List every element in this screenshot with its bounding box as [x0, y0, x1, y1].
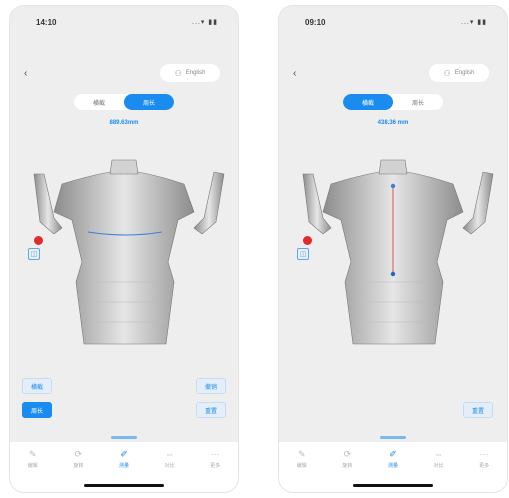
status-time: 14:10: [36, 18, 57, 27]
length-start-point: [390, 183, 396, 189]
measurement-value: 438.36 mm: [377, 120, 409, 126]
record-dot[interactable]: [34, 236, 43, 245]
language-button[interactable]: ⚇ English: [429, 64, 489, 82]
length-end-point: [390, 271, 396, 277]
measure-mode-toggle: 横截 周长: [74, 94, 174, 110]
more-icon: ···: [210, 449, 220, 459]
status-icons: ...▾ ▮▮: [192, 19, 218, 26]
status-bar: 09:10 ...▾ ▮▮: [279, 6, 507, 34]
person-icon: ⚇: [174, 68, 182, 78]
person-icon: ⚇: [443, 68, 451, 78]
status-time: 09:10: [305, 18, 326, 27]
more-icon: ···: [479, 449, 489, 459]
tab-more[interactable]: ··· 更多: [192, 442, 238, 492]
phone-screen-right: 09:10 ...▾ ▮▮ ‹ ⚇ English 横截 周长 438.36 m…: [279, 6, 507, 492]
tab-edit[interactable]: ✎ 编辑: [279, 442, 325, 492]
body-scan-model[interactable]: [287, 152, 499, 352]
reset-button[interactable]: 重置: [463, 402, 493, 418]
measure-mode-toggle: 横截 周长: [343, 94, 443, 110]
pencil-icon: ✎: [29, 449, 37, 459]
circumference-button[interactable]: 周长: [22, 402, 52, 418]
back-icon[interactable]: ‹: [24, 68, 27, 79]
segment-cross-section[interactable]: 横截: [343, 94, 393, 110]
camera-icon[interactable]: ◫: [28, 248, 40, 260]
segment-circumference[interactable]: 周长: [393, 94, 443, 110]
measure-icon: ✐: [389, 449, 397, 459]
active-tab-indicator: [111, 436, 137, 439]
status-icons: ...▾ ▮▮: [461, 19, 487, 26]
cross-section-button[interactable]: 横截: [22, 378, 52, 394]
undo-button[interactable]: 撤销: [196, 378, 226, 394]
measure-icon: ✐: [120, 449, 128, 459]
reset-button[interactable]: 重置: [196, 402, 226, 418]
marker-group: ◫: [297, 236, 313, 264]
segment-circumference[interactable]: 周长: [124, 94, 174, 110]
compare-icon: ⇔: [434, 449, 444, 459]
home-indicator: [84, 484, 164, 487]
language-button[interactable]: ⚇ English: [160, 64, 220, 82]
rotate-icon: ⟳: [343, 449, 352, 459]
body-scan-model[interactable]: [18, 152, 230, 352]
camera-icon[interactable]: ◫: [297, 248, 309, 260]
tab-edit[interactable]: ✎ 编辑: [10, 442, 56, 492]
back-icon[interactable]: ‹: [293, 68, 296, 79]
measurement-value: 889.63mm: [109, 120, 139, 126]
rotate-icon: ⟳: [74, 449, 83, 459]
pencil-icon: ✎: [298, 449, 306, 459]
segment-cross-section[interactable]: 横截: [74, 94, 124, 110]
language-label: English: [454, 70, 475, 76]
home-indicator: [353, 484, 433, 487]
compare-icon: ⇔: [165, 449, 175, 459]
active-tab-indicator: [380, 436, 406, 439]
record-dot[interactable]: [303, 236, 312, 245]
status-bar: 14:10 ...▾ ▮▮: [10, 6, 238, 34]
phone-screen-left: 14:10 ...▾ ▮▮ ‹ ⚇ English 横截 周长 889.63mm: [10, 6, 238, 492]
marker-group: ◫: [28, 236, 44, 264]
tab-more[interactable]: ··· 更多: [461, 442, 507, 492]
language-label: English: [185, 70, 206, 76]
